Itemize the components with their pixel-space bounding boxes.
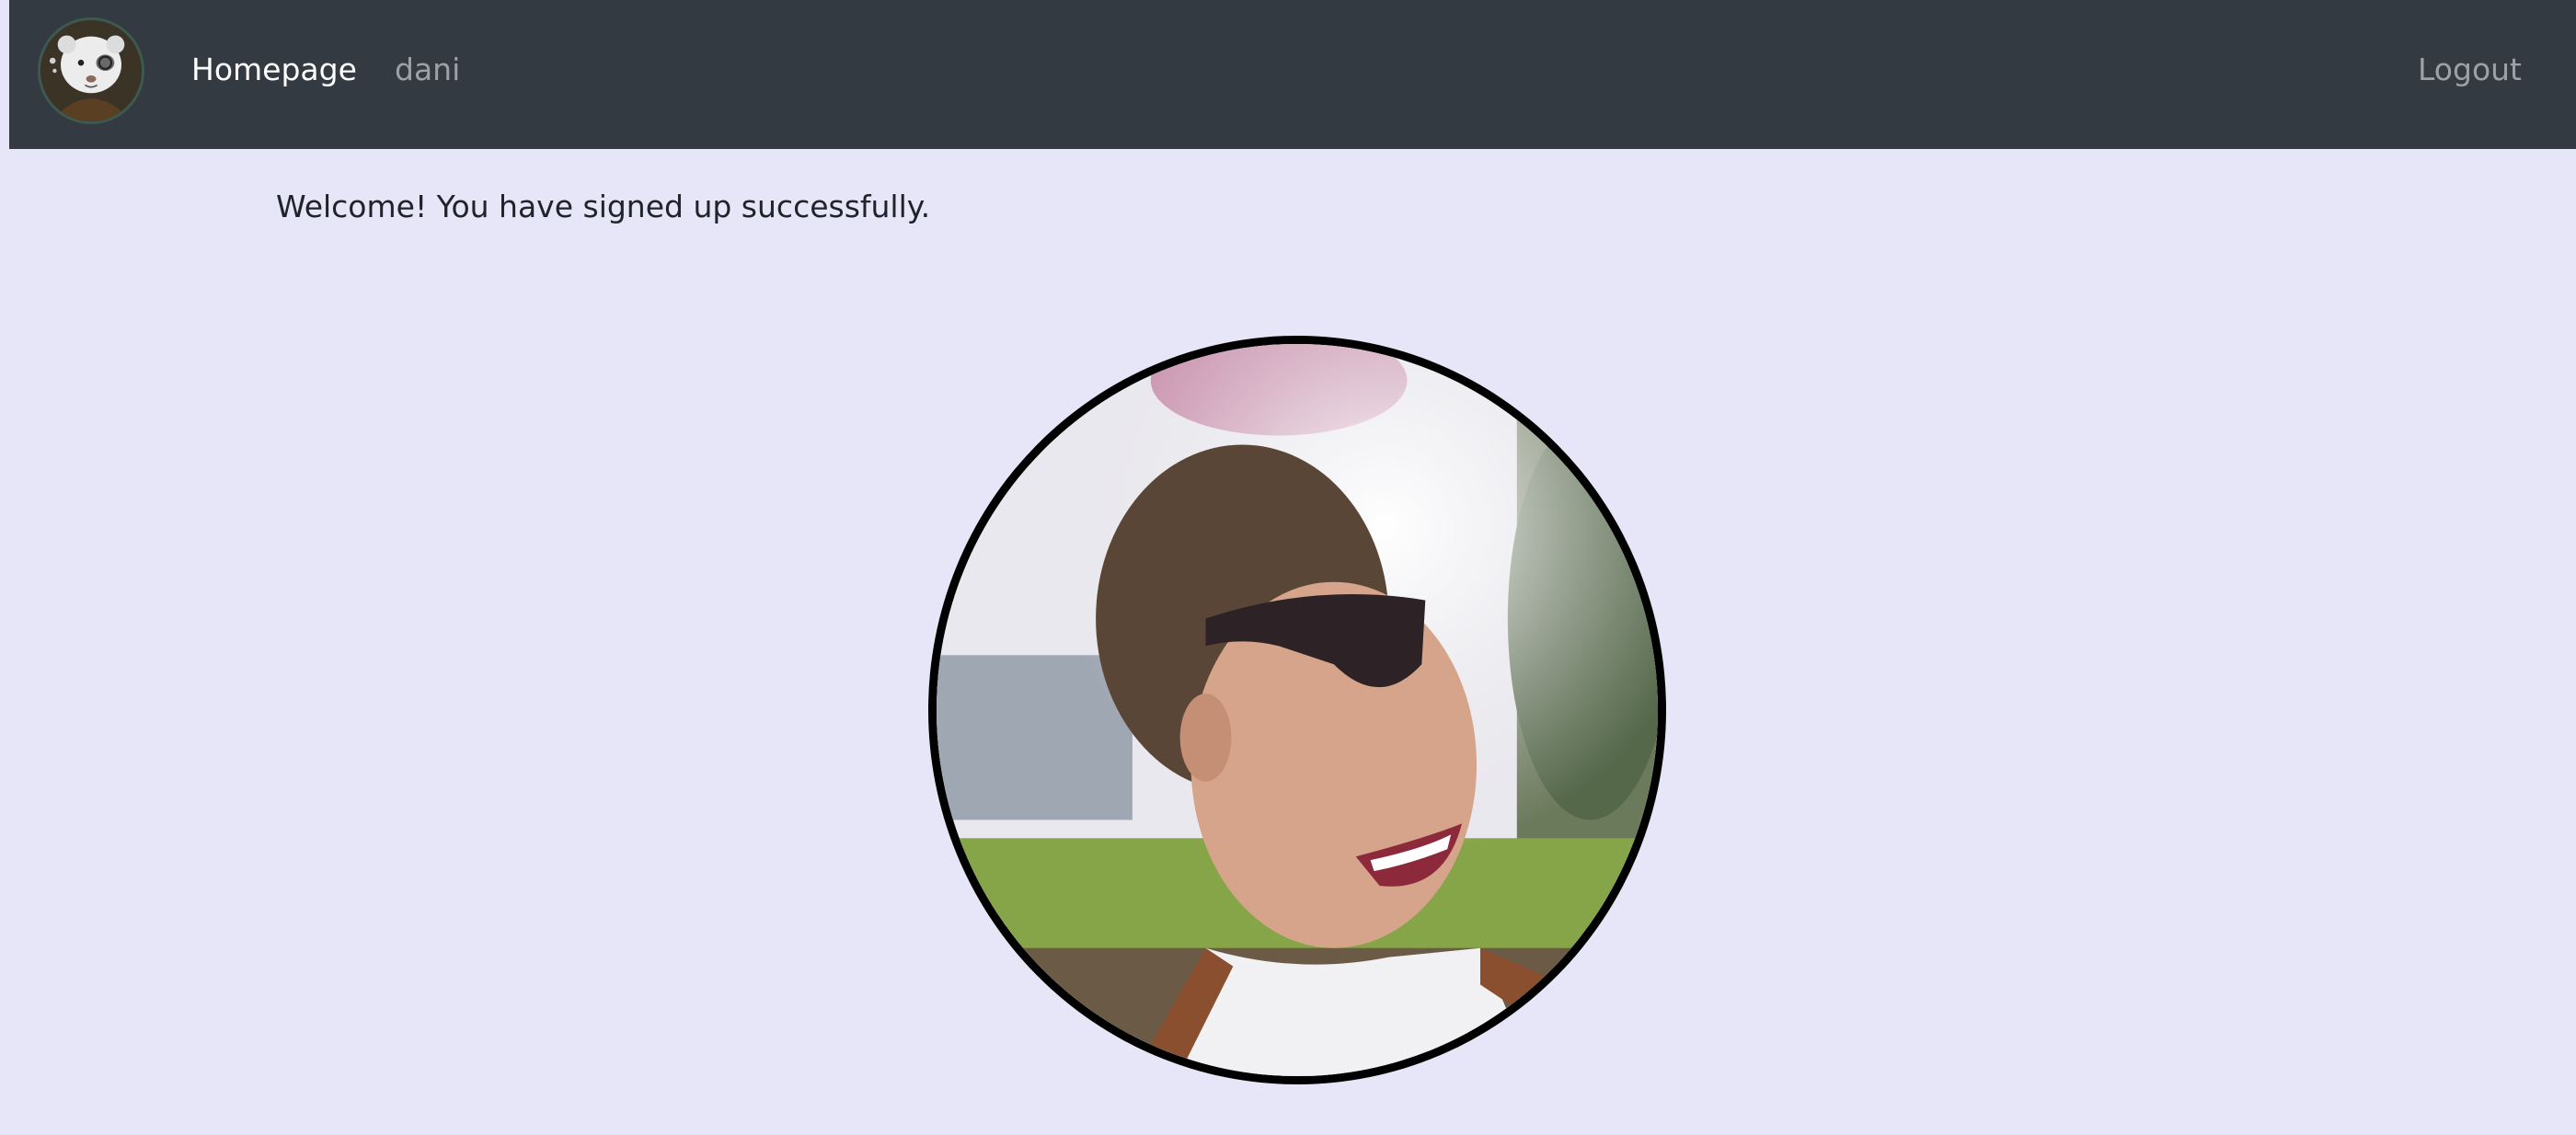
ferret-logo-graphic bbox=[40, 20, 142, 121]
profile-photo bbox=[928, 336, 1666, 1084]
nav-user-link[interactable]: dani bbox=[395, 50, 460, 90]
welcome-message: Welcome! You have signed up successfully… bbox=[276, 189, 931, 224]
nav-homepage-link[interactable]: Homepage bbox=[191, 50, 357, 90]
ferret-logo-icon[interactable] bbox=[38, 17, 144, 124]
logout-link[interactable]: Logout bbox=[2418, 50, 2522, 90]
top-navbar: Homepage dani Logout bbox=[9, 0, 2576, 149]
profile-photo-image bbox=[937, 344, 1658, 1076]
